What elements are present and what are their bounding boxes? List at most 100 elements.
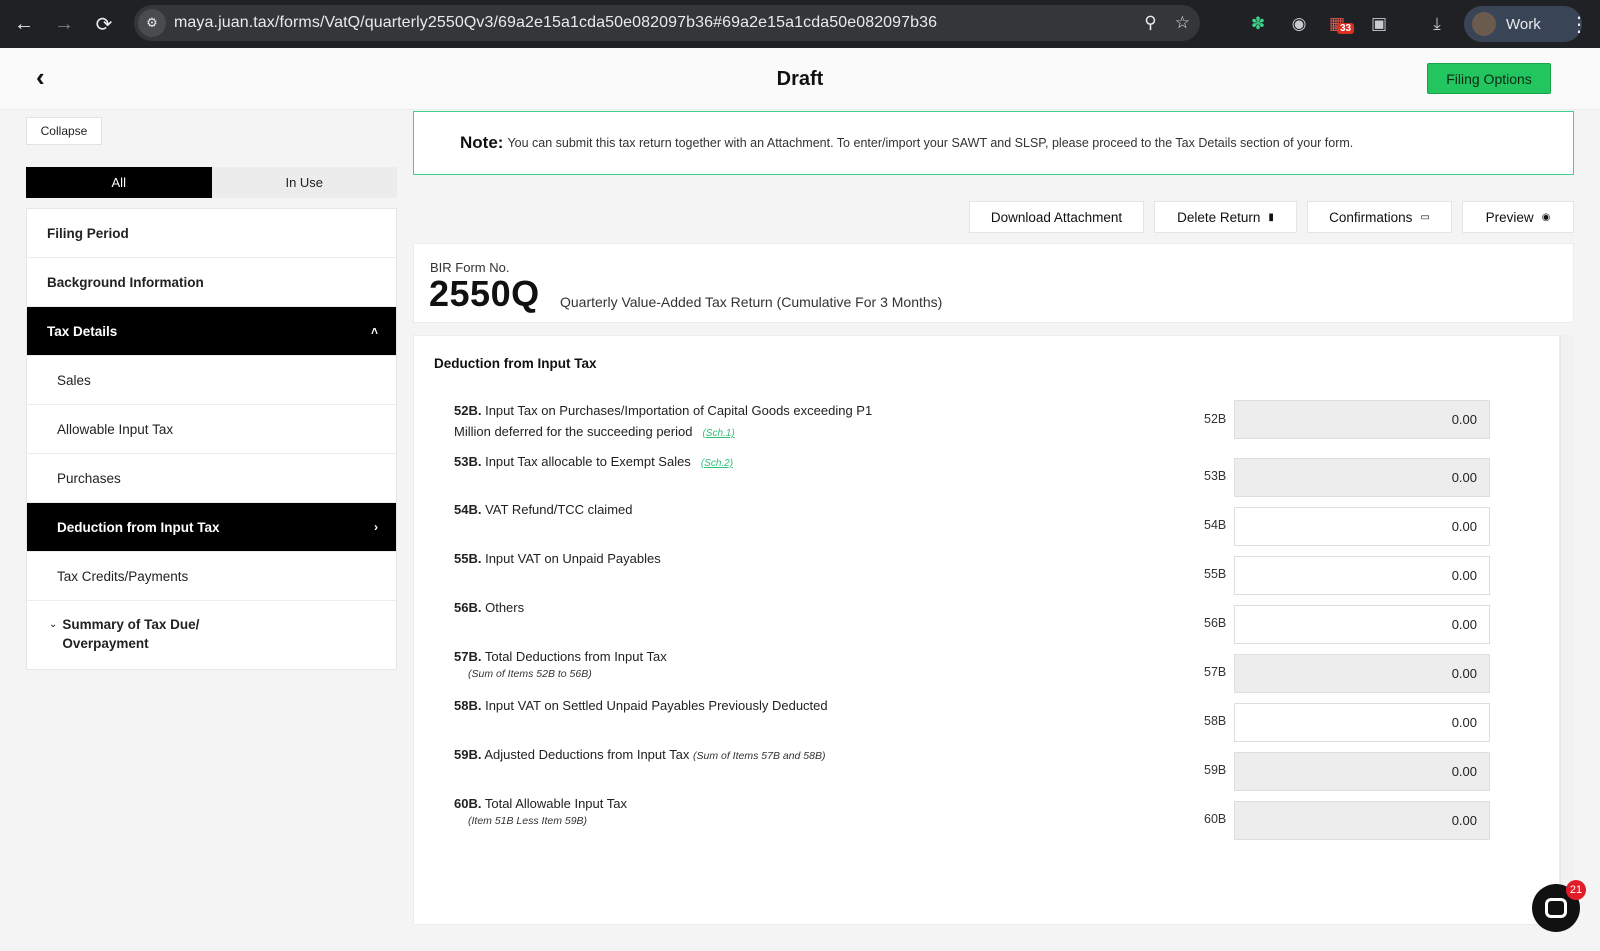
row-label: 55B. Input VAT on Unpaid Payables (454, 548, 904, 569)
site-settings-icon[interactable]: ⚙ (138, 9, 166, 37)
sidebar-item-summary-of-tax-due[interactable]: ⌄ Summary of Tax Due/Overpayment (27, 601, 396, 669)
eye-icon: ◉ (1541, 211, 1551, 223)
row-label: 58B. Input VAT on Settled Unpaid Payable… (454, 695, 1054, 716)
row-text: Input Tax on Purchases/Importation of Ca… (485, 403, 873, 418)
field-60b: 0.00 (1234, 801, 1490, 840)
calendar-extension-icon[interactable]: ▦ 33 (1322, 0, 1355, 48)
row-text: VAT Refund/TCC claimed (485, 502, 633, 517)
sidebar-item-label: Allowable Input Tax (57, 421, 174, 437)
row-number: 59B. (454, 747, 482, 762)
row-code: 59B (1204, 763, 1227, 777)
sidebar-item-tax-details[interactable]: Tax Details ˄ (27, 307, 396, 356)
summary-label-line2: Overpayment (62, 636, 149, 651)
note-title: Note: (460, 133, 504, 152)
summary-label-line1: Summary of Tax Due/ (62, 617, 200, 632)
segment-in-use[interactable]: In Use (212, 167, 398, 198)
back-arrow-icon[interactable]: ← (6, 6, 42, 42)
sidebar-item-purchases[interactable]: Purchases (27, 454, 396, 503)
field-56b[interactable]: 0.00 (1234, 605, 1490, 644)
sidebar-item-label: Summary of Tax Due/Overpayment (62, 615, 199, 653)
delete-return-button[interactable]: Delete Return ▮ (1154, 201, 1297, 233)
collapse-button[interactable]: Collapse (26, 117, 102, 145)
field-54b[interactable]: 0.00 (1234, 507, 1490, 546)
scrollbar[interactable] (1560, 335, 1574, 925)
sidebar-item-label: Tax Credits/Payments (57, 568, 189, 584)
sidebar-item-label: Tax Details (47, 323, 118, 339)
sidebar-item-background-information[interactable]: Background Information (27, 258, 396, 307)
field-57b: 0.00 (1234, 654, 1490, 693)
row-text: Input VAT on Unpaid Payables (485, 551, 661, 566)
row-code: 54B (1204, 518, 1227, 532)
note-banner: Note: You can submit this tax return tog… (413, 111, 1574, 175)
row-sub-note: (Sum of Items 57B and 58B) (693, 750, 826, 762)
sidebar-item-deduction-from-input-tax[interactable]: Deduction from Input Tax › (27, 503, 396, 552)
segment-all[interactable]: All (26, 167, 212, 198)
row-code: 52B (1204, 412, 1227, 426)
confirmations-label: Confirmations (1329, 209, 1413, 225)
row-label: 57B. Total Deductions from Input Tax (Su… (454, 646, 904, 681)
form-header: BIR Form No. 2550Q Quarterly Value-Added… (413, 243, 1574, 323)
url-text[interactable]: maya.juan.tax/forms/VatQ/quarterly2550Qv… (174, 14, 937, 32)
chatgpt-icon[interactable]: ✽ (1243, 0, 1273, 48)
row-label: 59B. Adjusted Deductions from Input Tax … (454, 744, 1054, 767)
sidebar-item-filing-period[interactable]: Filing Period (27, 209, 396, 258)
row-code: 58B (1204, 714, 1227, 728)
chevron-right-icon: › (374, 520, 378, 534)
row-code: 57B (1204, 665, 1227, 679)
row-label: 56B. Others (454, 597, 904, 618)
forward-arrow-icon[interactable]: → (46, 6, 82, 42)
row-number: 56B. (454, 600, 482, 615)
zoom-icon[interactable]: ⚲ (1144, 13, 1156, 33)
field-58b[interactable]: 0.00 (1234, 703, 1490, 742)
deduction-section: Deduction from Input Tax 52B. Input Tax … (413, 335, 1560, 925)
sidebar-item-sales[interactable]: Sales (27, 356, 396, 405)
schedule-link[interactable]: (Sch.2) (701, 458, 733, 469)
preview-button[interactable]: Preview ◉ (1462, 201, 1574, 233)
reload-icon[interactable]: ⟳ (86, 6, 122, 42)
star-icon[interactable]: ☆ (1175, 13, 1190, 33)
section-title: Deduction from Input Tax (434, 356, 597, 371)
avatar (1472, 12, 1496, 36)
sidebar-item-tax-credits-payments[interactable]: Tax Credits/Payments (27, 552, 396, 601)
row-sub-note: (Sum of Items 52B to 56B) (468, 668, 592, 680)
page-title: Draft (776, 68, 824, 90)
extension-badge: 33 (1337, 23, 1355, 34)
field-52b: 0.00 (1234, 400, 1490, 439)
sidebar-item-label: Background Information (47, 274, 204, 290)
download-icon[interactable]: ⤓ (1422, 0, 1452, 48)
row-text-cont: Million deferred for the succeeding peri… (454, 424, 693, 439)
row-number: 60B. (454, 796, 482, 811)
form-description: Quarterly Value-Added Tax Return (Cumula… (560, 294, 943, 310)
row-label: 52B. Input Tax on Purchases/Importation … (454, 400, 904, 444)
camera-icon[interactable]: ◉ (1284, 0, 1314, 48)
address-bar[interactable]: ⚙ maya.juan.tax/forms/VatQ/quarterly2550… (134, 5, 1200, 41)
download-attachment-label: Download Attachment (990, 209, 1123, 225)
sidebar-item-label: Sales (57, 372, 91, 388)
more-vert-icon[interactable]: ⋮ (1564, 0, 1594, 48)
field-53b: 0.00 (1234, 458, 1490, 497)
profile-name: Work (1506, 15, 1541, 33)
app-header: ‹ Draft Filing Options (0, 48, 1600, 110)
row-text: Input Tax allocable to Exempt Sales (485, 454, 691, 469)
sidebar-item-allowable-input-tax[interactable]: Allowable Input Tax (27, 405, 396, 454)
trash-icon: ▮ (1268, 211, 1274, 223)
delete-return-label: Delete Return (1177, 209, 1261, 225)
schedule-link[interactable]: (Sch.1) (702, 428, 734, 439)
row-label: 54B. VAT Refund/TCC claimed (454, 499, 904, 520)
row-code: 56B (1204, 616, 1227, 630)
filing-options-button[interactable]: Filing Options (1427, 63, 1551, 94)
row-text: Total Deductions from Input Tax (484, 649, 667, 664)
chevron-up-icon: ˄ (370, 324, 378, 338)
filter-segmented-control: All In Use (26, 167, 397, 198)
puzzle-icon[interactable]: ▣ (1364, 0, 1394, 48)
row-sub-note: (Item 51B Less Item 59B) (468, 815, 588, 827)
form-number: 2550Q (429, 273, 540, 314)
field-59b: 0.00 (1234, 752, 1490, 791)
row-text: Total Allowable Input Tax (484, 796, 627, 811)
field-55b[interactable]: 0.00 (1234, 556, 1490, 595)
confirmations-button[interactable]: Confirmations ▭ (1307, 201, 1452, 233)
folder-icon: ▭ (1420, 211, 1430, 223)
row-number: 52B. (454, 403, 482, 418)
download-attachment-button[interactable]: Download Attachment (969, 201, 1144, 233)
row-text: Others (485, 600, 525, 615)
